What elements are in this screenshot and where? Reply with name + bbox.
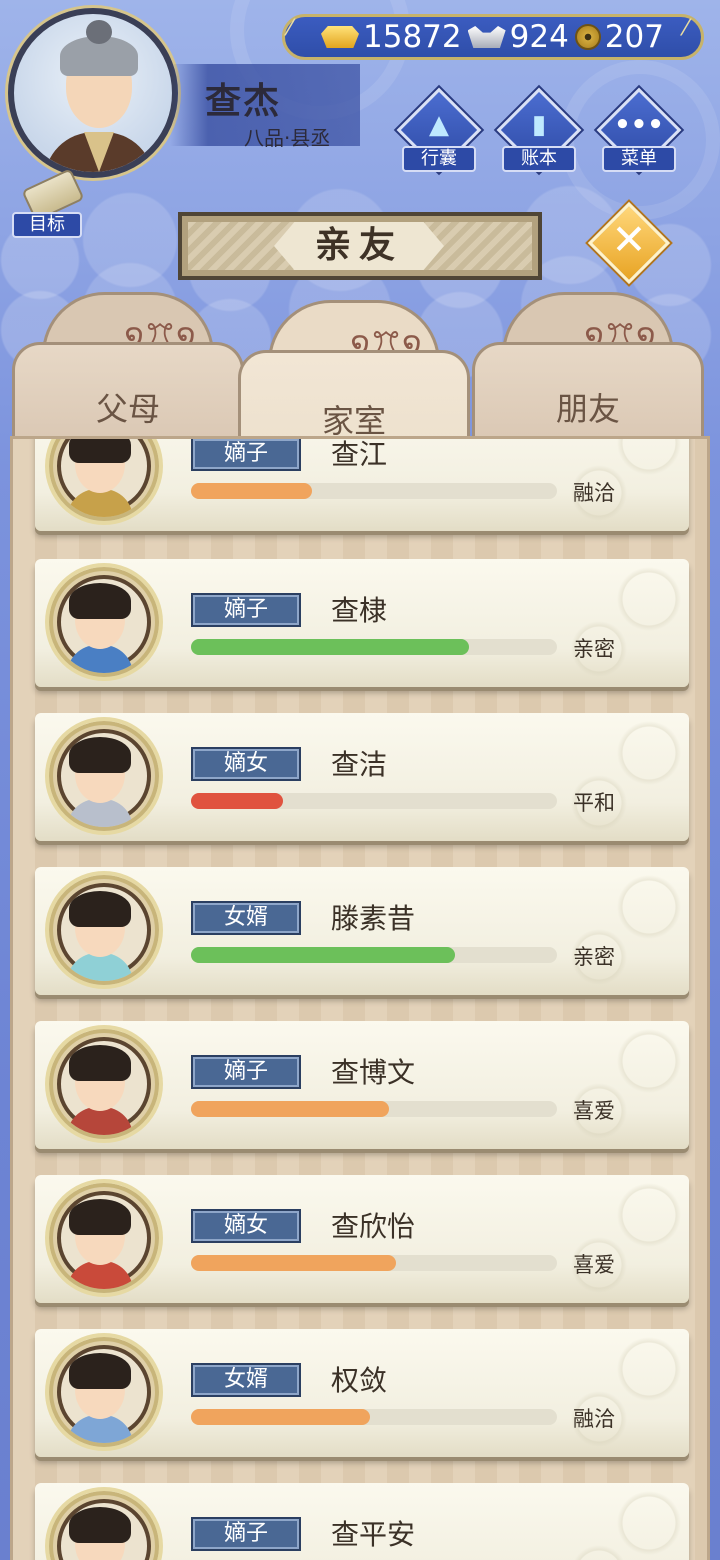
gold-amount: 15872 [363, 19, 462, 55]
bamboo-icon: ⁄ [684, 16, 688, 41]
member-name: 权敛 [331, 1364, 388, 1397]
tab-parents-label: 父母 [95, 390, 160, 428]
player-name: 查杰 [205, 81, 282, 122]
more-menu-label: 菜单 [602, 146, 676, 172]
list-item[interactable]: 嫡女 查洁 平和 [35, 713, 689, 843]
close-icon[interactable]: ✕ [600, 208, 658, 272]
member-portrait[interactable] [49, 567, 159, 677]
affinity-bar [191, 1101, 389, 1117]
player-rank: 八品·县丞 [244, 126, 331, 150]
affinity-status: 喜爱 [573, 1253, 615, 1277]
family-list[interactable]: 嫡子 查江 融洽 嫡子 查棣 亲密 嫡女 查洁 平和 女婿 滕素昔 亲密 嫡子 … [10, 436, 710, 1560]
relation-tag: 女婿 [191, 1363, 301, 1397]
goal-label: 目标 [12, 212, 82, 238]
member-name: 查博文 [331, 1056, 416, 1089]
tab-friends-label: 朋友 [555, 390, 620, 428]
relation-tag: 嫡女 [191, 1209, 301, 1243]
list-item[interactable]: 嫡子 查博文 喜爱 [35, 1021, 689, 1151]
member-portrait[interactable] [49, 1337, 159, 1447]
member-portrait[interactable] [49, 1183, 159, 1293]
tab-parents[interactable]: ໑ꔫ໑ 父母 [12, 292, 244, 452]
coin-amount: 207 [604, 19, 664, 55]
member-name: 查洁 [331, 748, 388, 781]
bag-label: 行囊 [402, 146, 476, 172]
member-name: 查江 [331, 438, 388, 471]
relation-tag: 嫡子 [191, 1055, 301, 1089]
bag-icon: ▲ [429, 110, 449, 140]
silver-currency: 924 [467, 19, 569, 55]
list-item[interactable]: 嫡女 查欣怡 喜爱 [35, 1175, 689, 1305]
tab-friends[interactable]: ໑ꔫ໑ 朋友 [472, 292, 704, 452]
affinity-status: 亲密 [573, 945, 615, 969]
bag-button[interactable]: ▲ 行囊 [396, 87, 482, 178]
list-item[interactable]: 嫡子 查平安 亲密 [35, 1483, 689, 1560]
relation-tag: 女婿 [191, 901, 301, 935]
member-portrait[interactable] [49, 875, 159, 985]
affinity-status: 亲密 [573, 637, 615, 661]
currency-bar: 15872 924 207 [282, 14, 704, 60]
silver-ingot-icon [467, 26, 506, 48]
relation-tag: 嫡子 [191, 439, 301, 471]
affinity-bar [191, 483, 312, 499]
relation-tag: 嫡女 [191, 747, 301, 781]
member-name: 查平安 [331, 1518, 416, 1551]
page-title: 亲友 [274, 222, 444, 270]
affinity-status: 融洽 [573, 1407, 615, 1431]
affinity-status: 融洽 [573, 481, 615, 505]
member-portrait[interactable] [49, 721, 159, 831]
relation-tag: 嫡子 [191, 593, 301, 627]
relation-tag: 嫡子 [191, 1517, 301, 1551]
silver-amount: 924 [509, 19, 569, 55]
affinity-bar [191, 793, 283, 809]
coin-currency: 207 [574, 19, 664, 55]
member-name: 查欣怡 [331, 1210, 416, 1243]
title-banner: 亲友 [178, 212, 542, 280]
gold-currency: 15872 [321, 19, 462, 55]
copper-coin-icon [574, 24, 601, 50]
list-item[interactable]: 女婿 滕素昔 亲密 [35, 867, 689, 997]
list-item[interactable]: 嫡子 查江 融洽 [35, 438, 689, 533]
more-icon: ••• [614, 110, 664, 140]
ledger-button[interactable]: ▮ 账本 [496, 87, 582, 178]
affinity-status: 平和 [573, 791, 615, 815]
bamboo-icon: ⁄ [288, 16, 292, 41]
member-portrait[interactable] [49, 1029, 159, 1139]
ledger-label: 账本 [502, 146, 576, 172]
member-name: 滕素昔 [331, 902, 416, 935]
ledger-icon: ▮ [531, 110, 547, 140]
gold-ingot-icon [321, 26, 359, 48]
affinity-bar [191, 947, 455, 963]
list-item[interactable]: 嫡子 查棣 亲密 [35, 559, 689, 689]
affinity-bar [191, 1255, 396, 1271]
goal-button[interactable]: 目标 [12, 168, 85, 240]
player-avatar[interactable] [8, 8, 178, 178]
member-name: 查棣 [331, 594, 388, 627]
list-item[interactable]: 女婿 权敛 融洽 [35, 1329, 689, 1459]
affinity-bar [191, 1409, 370, 1425]
affinity-status: 喜爱 [573, 1099, 615, 1123]
affinity-bar [191, 639, 469, 655]
more-menu-button[interactable]: ••• 菜单 [596, 87, 682, 178]
